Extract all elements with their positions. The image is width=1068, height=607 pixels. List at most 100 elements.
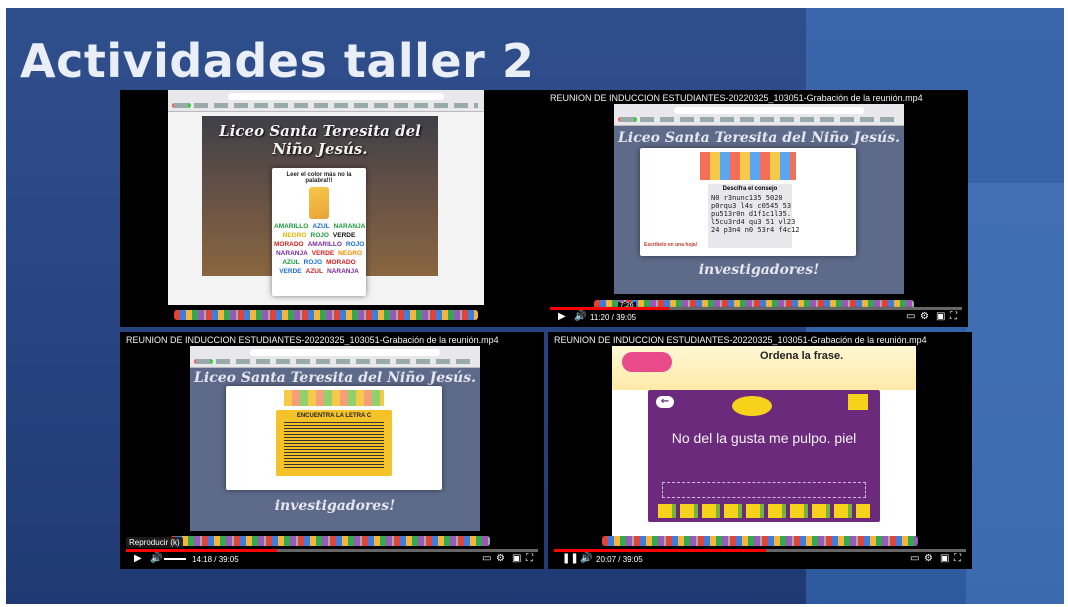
kids-illustration	[700, 152, 796, 180]
video-controls: ❚❚ 🔊 20:07 / 39:05 ▭ ⚙ ▣ ⛶	[548, 547, 972, 569]
cipher-modal: Descifra el consejo N0 r3nunc135 5020 p0…	[640, 148, 856, 256]
volume-icon[interactable]: 🔊	[580, 554, 592, 564]
stroop-modal: Leer el color más no la palabra!!! AMARI…	[272, 168, 366, 296]
miniplayer-icon[interactable]: ▣	[512, 554, 521, 564]
fullscreen-icon[interactable]: ⛶	[526, 554, 533, 564]
mac-dock[interactable]	[174, 310, 478, 320]
color-word: MORADO	[326, 259, 356, 266]
volume-slider[interactable]	[164, 558, 186, 560]
hint-text: Escríbelo en una hoja!	[644, 242, 698, 248]
color-word: NEGRO	[338, 250, 363, 257]
card-title: ENCUENTRA LA LETRA C	[296, 413, 372, 419]
subtitles-icon[interactable]: ▭	[910, 554, 919, 564]
slide-title: Actividades taller 2	[20, 34, 535, 88]
progress-bar[interactable]	[126, 549, 538, 552]
color-word: AZUL	[282, 259, 300, 266]
screenshot-panel-3: REUNION DE INDUCCION ESTUDIANTES-2022032…	[120, 332, 544, 569]
color-word: ROJO	[310, 232, 329, 239]
game-title: Ordena la frase.	[760, 350, 844, 362]
word-row: AMARILLO AZUL NARANJA	[272, 222, 366, 231]
address-bar[interactable]	[228, 93, 444, 100]
subtitles-icon[interactable]: ▭	[906, 312, 915, 322]
time-readout: 20:07 / 39:05	[596, 555, 643, 564]
color-word: AMARILLO	[307, 241, 342, 248]
color-word: ROJO	[345, 241, 365, 248]
address-bar[interactable]	[250, 349, 440, 356]
settings-icon[interactable]: ⚙	[924, 554, 933, 564]
browser-window: Liceo Santa Teresita del Niño Jesús. Lee…	[168, 90, 484, 305]
color-word: VERDE	[279, 268, 302, 275]
game-board: ← No del la gusta me pulpo. piel	[648, 390, 880, 522]
color-word: VERDE	[332, 232, 356, 239]
school-name: Liceo Santa Teresita del Niño Jesús.	[219, 122, 421, 158]
settings-icon[interactable]: ⚙	[496, 554, 505, 564]
color-word-grid: AMARILLO AZUL NARANJA NEGRO ROJO VERDE MORADO A…	[272, 222, 366, 276]
word-row: MORADO AMARILLO ROJO	[272, 240, 366, 249]
color-word: ROJO	[303, 259, 323, 266]
fullscreen-icon[interactable]: ⛶	[954, 554, 961, 564]
browser-window: Liceo Santa Teresita del Niño Jesús. Des…	[614, 104, 904, 294]
recording-title: REUNION DE INDUCCION ESTUDIANTES-2022032…	[550, 93, 923, 103]
color-word: AZUL	[312, 223, 330, 230]
screenshot-panel-1: Liceo Santa Teresita del Niño Jesús. Lee…	[120, 90, 544, 327]
color-word: VERDE	[311, 250, 335, 257]
ufo-icon	[732, 396, 772, 416]
color-word: AMARILLO	[274, 223, 309, 230]
subtitles-icon[interactable]: ▭	[482, 554, 491, 564]
browser-window: Liceo Santa Teresita del Niño Jesús. ENC…	[190, 346, 480, 531]
banner-text: investigadores!	[274, 498, 396, 514]
miniplayer-icon[interactable]: ▣	[936, 312, 945, 322]
browser-toolbar	[614, 104, 904, 126]
color-word: AZUL	[305, 268, 323, 275]
play-icon[interactable]: ▶	[558, 312, 566, 322]
browser-toolbar	[168, 90, 484, 112]
progress-bar[interactable]	[554, 549, 966, 552]
word-row: AZUL ROJO MORADO	[272, 258, 366, 267]
color-word: MORADO	[274, 241, 304, 248]
back-arrow-icon[interactable]: ←	[656, 396, 674, 408]
play-icon[interactable]: ▶	[134, 554, 142, 564]
speaker-icon[interactable]	[848, 394, 868, 410]
cartoon-character	[622, 352, 672, 372]
kids-illustration	[284, 390, 384, 406]
color-word: NARANJA	[333, 223, 366, 230]
time-readout: 11:20 / 39:05	[590, 313, 637, 322]
letter-search-modal: ENCUENTRA LA LETRA C	[226, 386, 442, 490]
banner-text: investigadores!	[698, 262, 820, 278]
letter-grid	[284, 422, 384, 468]
pause-icon[interactable]: ❚❚	[562, 554, 579, 564]
modal-title: Leer el color más no la palabra!!!	[286, 172, 352, 184]
color-word: NEGRO	[282, 232, 307, 239]
game-window: Ordena la frase. ← No del la gusta me pu…	[612, 346, 916, 536]
jumbled-sentence: No del la gusta me pulpo. piel	[671, 430, 857, 446]
snail-row	[658, 504, 870, 518]
video-controls: ▶ 🔊 11:20 / 39:05 ▭ ⚙ ▣ ⛶	[544, 305, 968, 327]
word-row: VERDE AZUL NARANJA	[272, 267, 366, 276]
volume-icon[interactable]: 🔊	[150, 554, 162, 564]
slide-background-band-2	[966, 183, 1064, 604]
address-bar[interactable]	[674, 107, 864, 114]
pencil-icon	[309, 187, 329, 219]
time-readout: 14:18 / 39:05	[192, 555, 239, 564]
fullscreen-icon[interactable]: ⛶	[950, 312, 957, 322]
color-word: NARANJA	[275, 250, 308, 257]
cipher-title: Descifra el consejo	[722, 186, 778, 192]
mac-dock[interactable]	[602, 536, 918, 546]
word-row: NEGRO ROJO VERDE	[272, 231, 366, 240]
browser-toolbar	[190, 346, 480, 368]
miniplayer-icon[interactable]: ▣	[940, 554, 949, 564]
progress-bar[interactable]	[550, 307, 962, 310]
settings-icon[interactable]: ⚙	[920, 312, 929, 322]
color-word: NARANJA	[326, 268, 359, 275]
school-name: Liceo Santa Teresita del Niño Jesús.	[194, 370, 476, 386]
word-row: NARANJA VERDE NEGRO	[272, 249, 366, 258]
screenshot-panel-4: Ordena la frase. ← No del la gusta me pu…	[548, 332, 972, 569]
recording-title: REUNION DE INDUCCION ESTUDIANTES-2022032…	[554, 335, 927, 345]
mac-dock[interactable]	[170, 536, 490, 546]
school-name: Liceo Santa Teresita del Niño Jesús.	[618, 130, 900, 146]
video-controls: ▶ 🔊 14:18 / 39:05 ▭ ⚙ ▣ ⛶	[120, 547, 544, 569]
cipher-text: N0 r3nunc135 5020 p0rqu3 l4s c0545 53 pu…	[711, 194, 800, 234]
answer-slots[interactable]	[662, 482, 866, 498]
volume-icon[interactable]: 🔊	[574, 312, 586, 322]
screenshot-panel-2: REUNION DE INDUCCION ESTUDIANTES-2022032…	[544, 90, 968, 327]
